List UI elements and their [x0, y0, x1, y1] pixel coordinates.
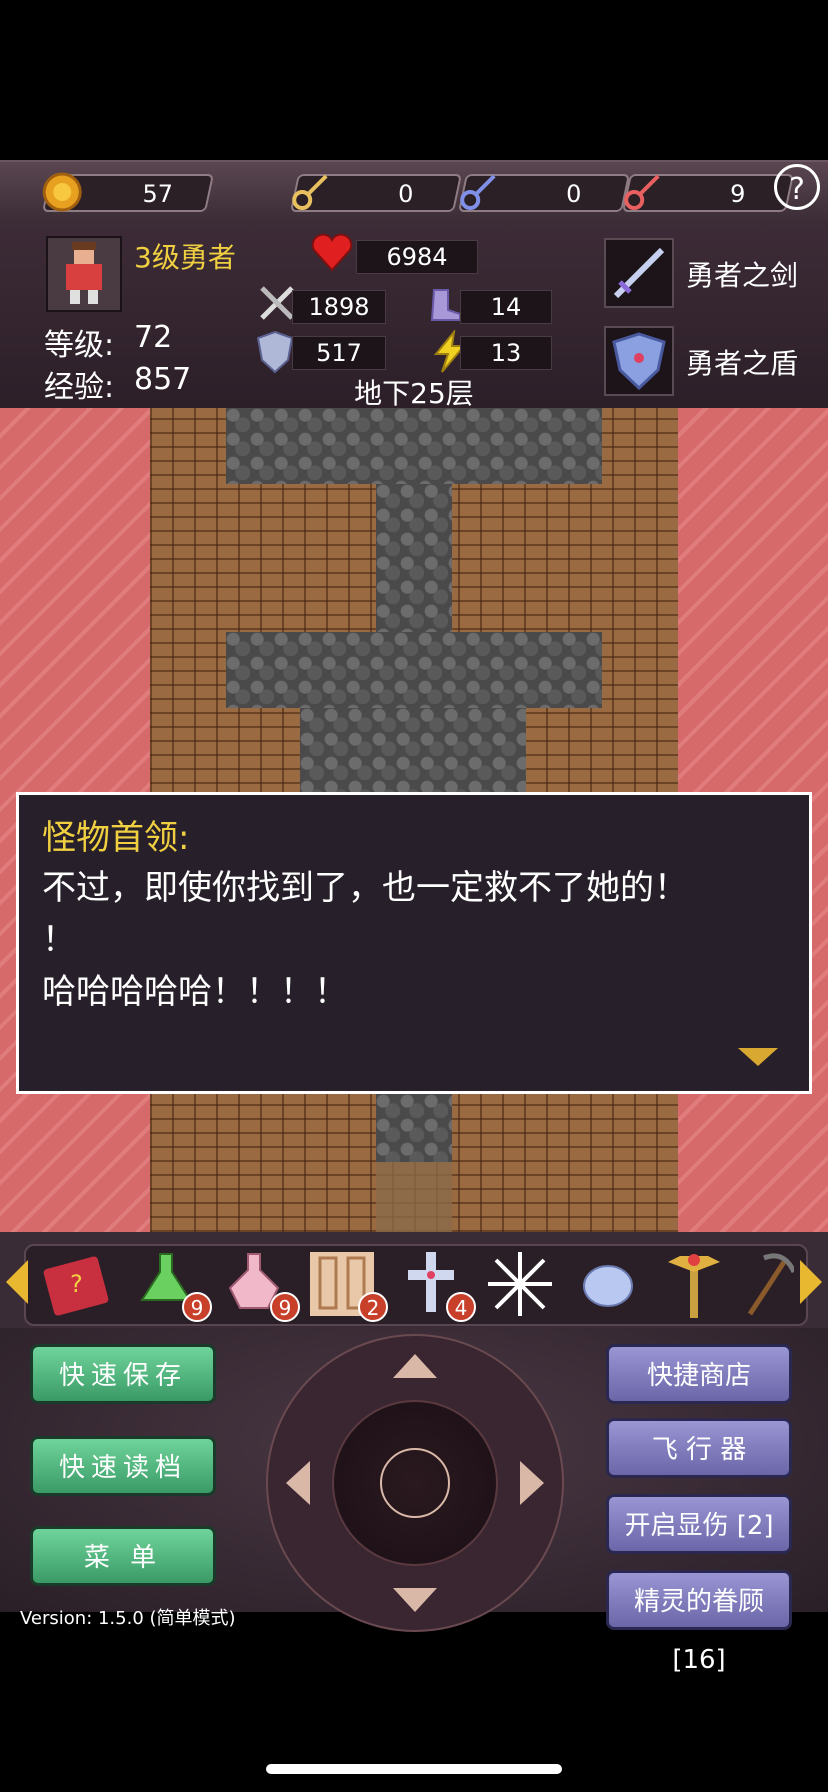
weapon-name: 勇者之剑 — [686, 259, 799, 292]
heart-icon — [310, 232, 354, 276]
pickaxe-icon — [747, 1253, 797, 1316]
yellow-key-value: 0 — [398, 180, 414, 208]
dpad-up-icon[interactable] — [393, 1354, 437, 1378]
coin-value: 57 — [142, 180, 174, 208]
pink-potion-item[interactable]: 9 — [218, 1248, 300, 1322]
quick-load-button[interactable]: 快速读档 — [30, 1436, 216, 1496]
hero-title: 3级勇者 — [134, 241, 236, 274]
staff-item[interactable] — [658, 1248, 730, 1320]
coin-icon — [40, 170, 84, 214]
item-count-badge: 2 — [358, 1292, 388, 1322]
shield-defense-icon — [254, 330, 296, 378]
fairy-blessing-button[interactable]: 精灵的眷顾 [16] — [606, 1570, 792, 1675]
green-potion-item[interactable]: 9 — [130, 1248, 212, 1322]
item-scroll-right-icon[interactable] — [800, 1260, 822, 1304]
yellow-key-counter: 0 — [289, 174, 463, 212]
item-count-badge: 9 — [182, 1292, 212, 1322]
staff-icon — [668, 1254, 720, 1318]
dpad-right-icon[interactable] — [520, 1461, 544, 1505]
stone-floor — [300, 708, 526, 792]
hero-avatar — [46, 236, 122, 312]
level-label: 等级: — [44, 328, 115, 363]
dpad-left-icon[interactable] — [286, 1461, 310, 1505]
stone-floor — [376, 1094, 452, 1162]
orb-item[interactable] — [572, 1248, 644, 1320]
dpad-center-button[interactable] — [380, 1448, 450, 1518]
defense-value: 517 — [292, 336, 386, 370]
resource-bar: 57 0 0 9 — [0, 160, 828, 222]
item-count-badge: 9 — [270, 1292, 300, 1322]
coin-counter: 57 — [41, 172, 215, 212]
monster-book-icon: ? — [43, 1256, 109, 1316]
quick-save-button[interactable]: 快速保存 — [30, 1344, 216, 1404]
orb-icon — [583, 1265, 633, 1307]
monster-book-item[interactable]: ? — [40, 1248, 112, 1320]
cross-amulet-item[interactable]: 4 — [394, 1248, 476, 1322]
dialog-text: 不过，即使你找到了，也一定救不了她的！ ！ 哈哈哈哈哈！！！！ — [42, 868, 688, 1012]
snowflake-item[interactable] — [484, 1248, 556, 1320]
fly-button[interactable]: 飞 行 器 — [606, 1418, 792, 1478]
pickaxe-item[interactable] — [744, 1248, 797, 1320]
magic-defense-value: 14 — [460, 290, 552, 324]
item-scroll-left-icon[interactable] — [6, 1260, 28, 1304]
show-damage-button[interactable]: 开启显伤 [2] — [606, 1494, 792, 1554]
red-key-counter: 9 — [621, 174, 795, 212]
menu-button[interactable]: 菜 单 — [30, 1526, 216, 1586]
weapon-slot[interactable] — [604, 238, 674, 308]
agility-value: 13 — [460, 336, 552, 370]
scroll-item[interactable]: 2 — [306, 1248, 388, 1322]
help-button[interactable]: ? — [774, 164, 820, 210]
sword-icon — [613, 247, 665, 299]
dpad-down-icon[interactable] — [393, 1588, 437, 1612]
level-value: 72 — [134, 320, 173, 355]
svg-text:?: ? — [70, 1270, 83, 1298]
hp-value: 6984 — [356, 240, 478, 274]
blue-key-icon — [456, 170, 500, 214]
blue-key-counter: 0 — [457, 174, 631, 212]
dialog-continue-icon[interactable] — [738, 1048, 778, 1066]
quick-shop-button[interactable]: 快捷商店 — [606, 1344, 792, 1404]
yellow-key-icon — [288, 170, 332, 214]
version-label: Version: 1.5.0 (简单模式) — [20, 1608, 236, 1629]
stone-floor — [226, 408, 602, 484]
floor-label: 地下25层 — [354, 377, 474, 410]
red-key-icon — [620, 170, 664, 214]
stairs-tile — [376, 1162, 452, 1232]
stone-floor — [226, 632, 602, 708]
blue-key-value: 0 — [566, 180, 582, 208]
red-key-value: 9 — [730, 180, 746, 208]
dialog-speaker: 怪物首领: — [42, 818, 190, 858]
attack-value: 1898 — [292, 290, 386, 324]
snowflake-icon — [488, 1252, 552, 1316]
item-count-badge: 4 — [446, 1292, 476, 1322]
home-indicator[interactable] — [266, 1764, 562, 1774]
